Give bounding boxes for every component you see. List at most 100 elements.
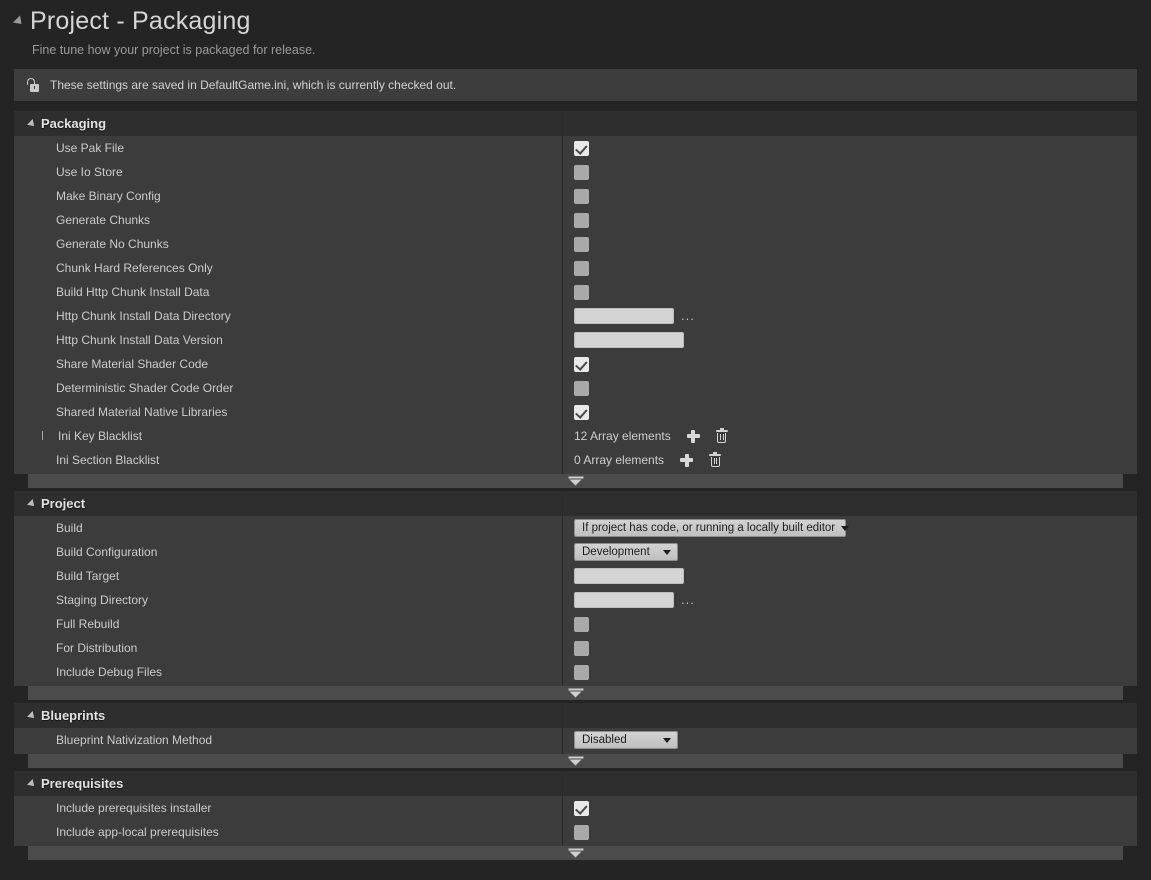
section-splitter-bar[interactable]: [28, 846, 1123, 860]
dropdown-build[interactable]: If project has code, or running a locall…: [574, 519, 850, 537]
row-label-text: Generate Chunks: [56, 213, 151, 227]
row-value: [562, 404, 1137, 420]
row-value: 0 Array elements: [562, 452, 1137, 467]
checkbox-share-material-shader-code[interactable]: [574, 356, 589, 372]
triangle-down-icon: [27, 118, 37, 129]
clear-array-button[interactable]: [709, 452, 722, 467]
notice-text: These settings are saved in DefaultGame.…: [50, 78, 457, 92]
caret-down-handle-icon[interactable]: [568, 476, 583, 486]
row-label-include-app-local-prerequisites: Include app-local prerequisites: [14, 825, 562, 839]
row-value: [562, 356, 1137, 372]
row-value: [562, 284, 1137, 300]
path-input-staging-directory[interactable]: [574, 592, 674, 608]
section-title: Packaging: [41, 116, 107, 131]
row-label-text: Shared Material Native Libraries: [56, 405, 228, 419]
settings-row: Include app-local prerequisites: [14, 820, 1137, 844]
row-value: [562, 140, 1137, 156]
chevron-right-icon[interactable]: [42, 431, 52, 441]
settings-row: Http Chunk Install Data Version: [14, 328, 1137, 352]
row-label-shared-material-native-libraries: Shared Material Native Libraries: [14, 405, 562, 419]
row-label-generate-chunks: Generate Chunks: [14, 213, 562, 227]
row-label-text: Make Binary Config: [56, 189, 161, 203]
plus-icon: [680, 453, 694, 467]
row-value: [562, 212, 1137, 228]
browse-ellipsis-button[interactable]: ...: [681, 309, 695, 322]
section-packaging: Packaging Use Pak File Use Io Store Make Bi…: [14, 111, 1137, 474]
checkbox-generate-no-chunks[interactable]: [574, 236, 589, 252]
row-label-text: Full Rebuild: [56, 617, 120, 631]
browse-ellipsis-button[interactable]: ...: [681, 593, 695, 606]
checkbox-use-pak-file[interactable]: [574, 140, 589, 156]
path-input-http-chunk-install-data-directory[interactable]: [574, 308, 674, 324]
settings-row: Generate Chunks: [14, 208, 1137, 232]
checkbox-chunk-hard-references-only[interactable]: [574, 260, 589, 276]
row-label-include-prerequisites-installer: Include prerequisites installer: [14, 801, 562, 815]
section-rows: Include prerequisites installer Include a…: [14, 796, 1137, 846]
settings-row: Use Io Store: [14, 160, 1137, 184]
trash-icon: [709, 452, 722, 467]
add-array-element-button[interactable]: [680, 453, 694, 467]
triangle-down-icon[interactable]: [12, 14, 26, 28]
row-label-text: Build Http Chunk Install Data: [56, 285, 210, 299]
section-prerequisites: Prerequisites Include prerequisites insta…: [14, 771, 1137, 846]
add-array-element-button[interactable]: [686, 429, 700, 443]
section-splitter-bar[interactable]: [28, 686, 1123, 700]
array-element-count: 0 Array elements: [574, 453, 665, 467]
caret-down-handle-icon[interactable]: [568, 848, 583, 858]
row-label-text: Chunk Hard References Only: [56, 261, 213, 275]
chevron-down-icon: [663, 737, 671, 743]
row-value: [562, 380, 1137, 396]
row-label-http-chunk-install-data-version: Http Chunk Install Data Version: [14, 333, 562, 347]
section-rows: Build If project has code, or running a l…: [14, 516, 1137, 686]
checkbox-include-prerequisites-installer[interactable]: [574, 800, 589, 816]
section-splitter-bar[interactable]: [28, 754, 1123, 768]
dropdown-blueprint-nativization-method[interactable]: Disabled: [574, 731, 678, 749]
settings-row: Chunk Hard References Only: [14, 256, 1137, 280]
dropdown-build-configuration[interactable]: Development: [574, 543, 678, 561]
chevron-down-icon: [663, 549, 671, 555]
row-value: If project has code, or running a locall…: [562, 519, 1137, 537]
section-header-blueprints[interactable]: Blueprints: [14, 703, 1137, 728]
checkbox-build-http-chunk-install-data[interactable]: [574, 284, 589, 300]
clear-array-button[interactable]: [715, 428, 728, 443]
checkbox-include-debug-files[interactable]: [574, 664, 589, 680]
row-value: [562, 236, 1137, 252]
settings-row: Generate No Chunks: [14, 232, 1137, 256]
section-header-project[interactable]: Project: [14, 491, 1137, 516]
row-label-ini-section-blacklist: Ini Section Blacklist: [14, 453, 562, 467]
settings-row: Include Debug Files: [14, 660, 1137, 684]
checkbox-deterministic-shader-code-order[interactable]: [574, 380, 589, 396]
row-label-text: Ini Key Blacklist: [58, 429, 143, 443]
checkbox-for-distribution[interactable]: [574, 640, 589, 656]
checked-out-notice-bar: These settings are saved in DefaultGame.…: [14, 69, 1137, 101]
row-value: [562, 164, 1137, 180]
text-input-build-target[interactable]: [574, 568, 684, 584]
section-header-prerequisites[interactable]: Prerequisites: [14, 771, 1137, 796]
row-label-ini-key-blacklist: Ini Key Blacklist: [14, 429, 562, 443]
checkbox-make-binary-config[interactable]: [574, 188, 589, 204]
section-header-packaging[interactable]: Packaging: [14, 111, 1137, 136]
row-label-build: Build: [14, 521, 562, 535]
row-label-text: Share Material Shader Code: [56, 357, 209, 371]
checkbox-shared-material-native-libraries[interactable]: [574, 404, 589, 420]
checkbox-use-io-store[interactable]: [574, 164, 589, 180]
row-label-build-configuration: Build Configuration: [14, 545, 562, 559]
settings-row: Build If project has code, or running a l…: [14, 516, 1137, 540]
row-label-text: Build: [56, 521, 83, 535]
section-project: Project Build If project has code, or runn…: [14, 491, 1137, 686]
text-input-http-chunk-install-data-version[interactable]: [574, 332, 684, 348]
caret-down-handle-icon[interactable]: [568, 756, 583, 766]
row-value: [562, 260, 1137, 276]
checkbox-generate-chunks[interactable]: [574, 212, 589, 228]
row-value: [562, 616, 1137, 632]
row-label-text: Http Chunk Install Data Directory: [56, 309, 231, 323]
row-label-full-rebuild: Full Rebuild: [14, 617, 562, 631]
settings-row: Staging Directory...: [14, 588, 1137, 612]
caret-down-handle-icon[interactable]: [568, 688, 583, 698]
checkbox-include-app-local-prerequisites[interactable]: [574, 824, 589, 840]
section-splitter-bar[interactable]: [28, 474, 1123, 488]
row-label-text: Include prerequisites installer: [56, 801, 212, 815]
checkbox-full-rebuild[interactable]: [574, 616, 589, 632]
row-value: [562, 664, 1137, 680]
settings-row: Include prerequisites installer: [14, 796, 1137, 820]
